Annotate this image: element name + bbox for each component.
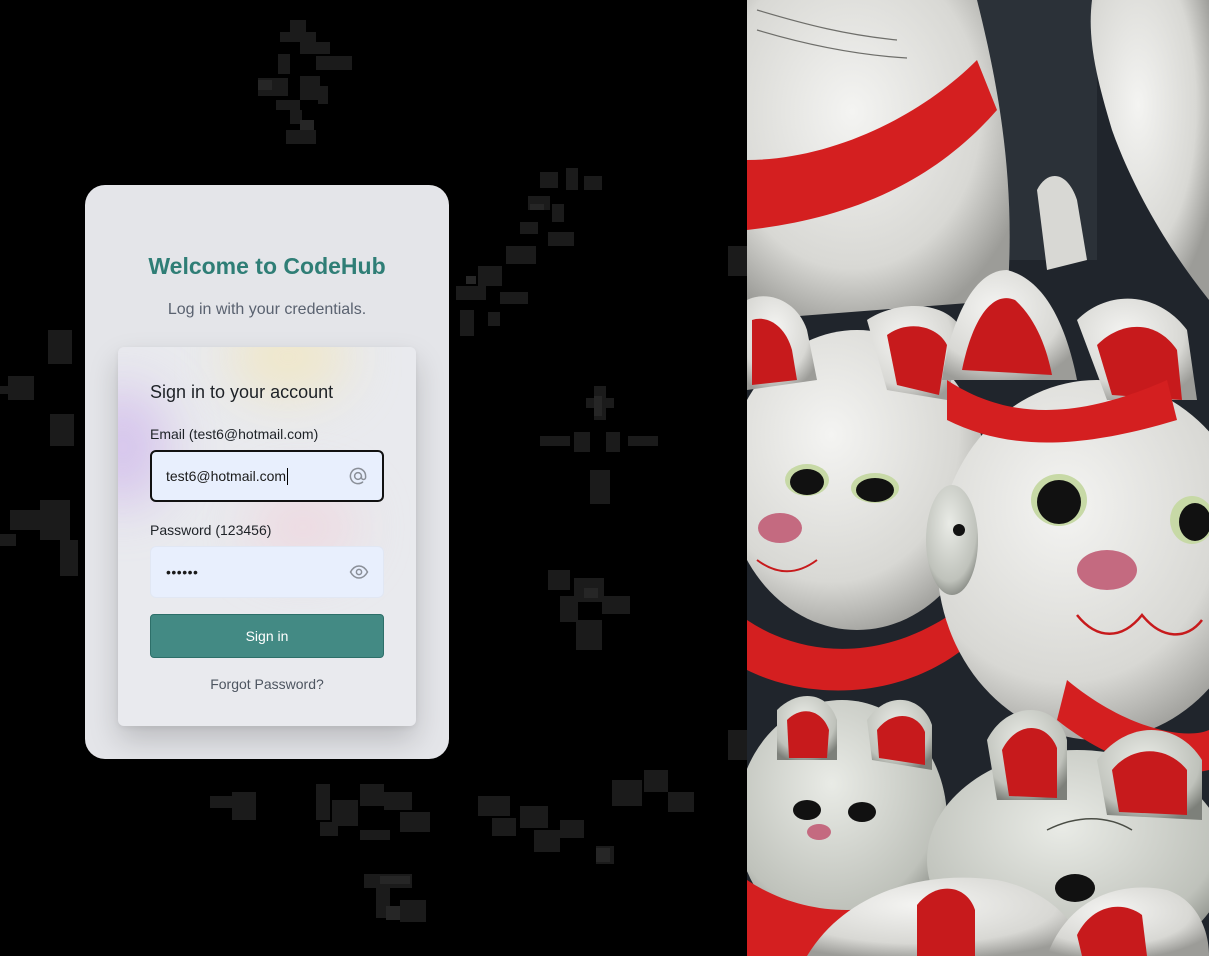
- form-heading: Sign in to your account: [150, 382, 334, 402]
- at-sign-icon: [349, 467, 367, 485]
- forgot-password-link[interactable]: Forgot Password?: [118, 676, 416, 692]
- login-page: Welcome to CodeHub Log in with your cred…: [0, 0, 1209, 956]
- left-panel: Welcome to CodeHub Log in with your cred…: [0, 0, 747, 956]
- hero-image: [747, 0, 1209, 956]
- welcome-title: Welcome to CodeHub: [148, 253, 386, 279]
- email-field-value[interactable]: test6@hotmail.com: [166, 468, 286, 484]
- password-field[interactable]: ••••••: [150, 546, 384, 598]
- password-label: Password (123456): [150, 522, 272, 538]
- text-caret: [287, 467, 289, 485]
- eye-icon[interactable]: [349, 562, 369, 582]
- welcome-subtitle: Log in with your credentials.: [167, 301, 367, 318]
- sign-in-form: Sign in to your account Email (test6@hot…: [118, 347, 416, 726]
- password-field-value[interactable]: ••••••: [166, 547, 198, 597]
- email-label: Email (test6@hotmail.com): [150, 426, 319, 442]
- maneki-neko-illustration: [747, 0, 1209, 956]
- login-card: Welcome to CodeHub Log in with your cred…: [85, 185, 449, 759]
- email-field[interactable]: test6@hotmail.com: [150, 450, 384, 502]
- sign-in-button[interactable]: Sign in: [150, 614, 384, 658]
- email-field-value-wrap: test6@hotmail.com: [166, 452, 289, 500]
